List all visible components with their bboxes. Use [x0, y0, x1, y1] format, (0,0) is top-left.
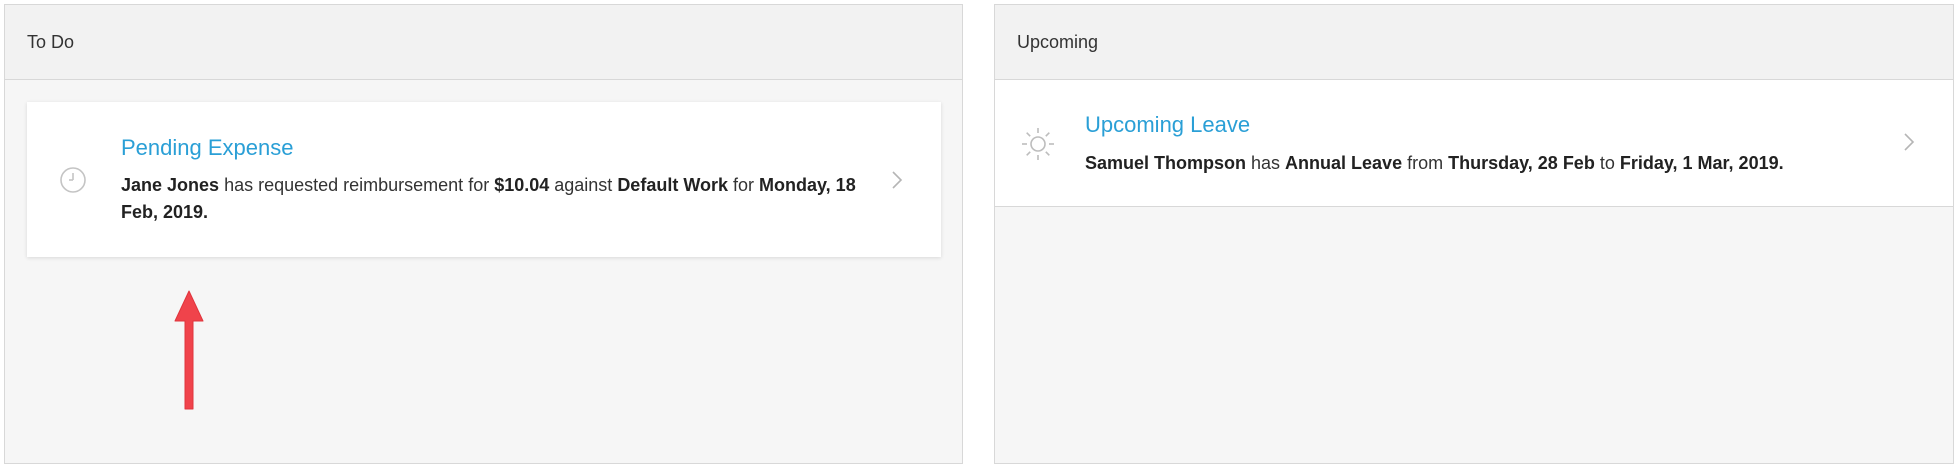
expense-amount: $10.04 [494, 175, 550, 195]
leave-type: Annual Leave [1285, 153, 1403, 173]
todo-panel-header: To Do [5, 5, 962, 80]
leave-start: Thursday, 28 Feb [1448, 153, 1595, 173]
expense-category: Default Work [617, 175, 728, 195]
expense-text-2: against [549, 175, 618, 195]
leave-text-1: has [1246, 153, 1286, 173]
chevron-right-icon[interactable] [1901, 130, 1917, 154]
red-up-arrow-annotation [171, 287, 207, 417]
leave-end: Friday, 1 Mar, 2019. [1619, 153, 1784, 173]
clock-icon [57, 164, 89, 196]
expense-text-1: has requested reimbursement for [219, 175, 495, 195]
pending-expense-card[interactable]: Pending Expense Jane Jones has requested… [27, 102, 941, 257]
leave-person: Samuel Thompson [1085, 153, 1247, 173]
leave-text-2: from [1402, 153, 1449, 173]
leave-text-3: to [1594, 153, 1620, 173]
upcoming-leave-description: Samuel Thompson has Annual Leave from Th… [1085, 150, 1885, 177]
expense-text-3: for [728, 175, 760, 195]
todo-panel: To Do Pending Expense Jane Jones has req… [4, 4, 963, 464]
expense-person: Jane Jones [121, 175, 220, 195]
chevron-right-icon[interactable] [889, 168, 905, 192]
upcoming-leave-card[interactable]: Upcoming Leave Samuel Thompson has Annua… [995, 80, 1953, 207]
upcoming-leave-title[interactable]: Upcoming Leave [1085, 112, 1250, 138]
upcoming-panel: Upcoming Upcoming Leave Samuel Thompson … [994, 4, 1954, 464]
sun-icon [1019, 125, 1057, 163]
pending-expense-title[interactable]: Pending Expense [121, 135, 293, 161]
pending-expense-description: Jane Jones has requested reimbursement f… [121, 172, 891, 226]
upcoming-panel-header: Upcoming [995, 5, 1953, 80]
